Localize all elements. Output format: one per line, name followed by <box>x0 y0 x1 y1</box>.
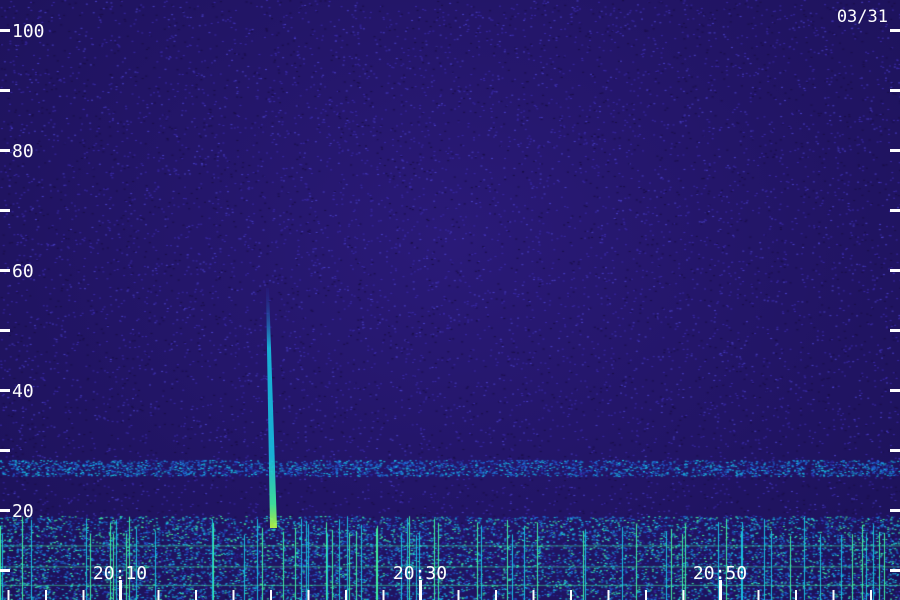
signal-features <box>266 288 277 528</box>
y-minor-tick-right <box>890 569 900 572</box>
spectrogram-overlay: 20 40 60 80 100 20:10 20:30 20:50 <box>0 21 900 600</box>
x-minor-tick <box>7 590 10 600</box>
y-tick-label: 100 <box>12 21 45 42</box>
x-minor-tick <box>495 590 497 600</box>
y-minor-tick-right <box>890 329 900 332</box>
y-tick-left <box>0 29 10 32</box>
y-tick-left <box>0 509 10 512</box>
x-minor-tick <box>532 590 535 600</box>
y-tick-left <box>0 389 10 392</box>
y-tick-label: 40 <box>12 381 34 402</box>
burst-signal <box>266 288 277 528</box>
y-minor-tick-left <box>0 569 10 572</box>
y-tick-right <box>890 149 900 152</box>
x-minor-tick <box>457 590 460 600</box>
x-minor-tick <box>307 590 310 600</box>
x-tick-label: 20:30 <box>393 563 447 584</box>
y-minor-tick-left <box>0 329 10 332</box>
x-minor-tick <box>682 590 685 600</box>
y-tick-left <box>0 149 10 152</box>
x-minor-tick <box>607 590 610 600</box>
date-label: 03/31 <box>836 7 888 27</box>
y-minor-tick-left <box>0 209 10 212</box>
y-tick-right <box>890 29 900 32</box>
y-tick-label: 20 <box>12 501 34 522</box>
y-minor-tick-right <box>890 449 900 452</box>
y-tick-left <box>0 269 10 272</box>
x-minor-tick <box>195 590 197 600</box>
x-minor-tick <box>795 590 797 600</box>
y-axis: 20 40 60 80 100 <box>0 21 900 572</box>
y-tick-right <box>890 509 900 512</box>
x-minor-tick <box>45 590 47 600</box>
y-tick-label: 60 <box>12 261 34 282</box>
y-minor-tick-left <box>0 449 10 452</box>
x-minor-tick <box>832 590 835 600</box>
y-minor-tick-right <box>890 209 900 212</box>
y-minor-tick-left <box>0 89 10 92</box>
x-minor-tick <box>270 590 272 600</box>
x-minor-tick <box>570 590 572 600</box>
x-axis: 20:10 20:30 20:50 <box>7 563 872 600</box>
x-minor-tick <box>82 590 85 600</box>
y-tick-right <box>890 389 900 392</box>
x-minor-tick <box>157 590 160 600</box>
x-minor-tick <box>645 590 647 600</box>
x-minor-tick <box>870 590 872 600</box>
y-tick-right <box>890 269 900 272</box>
x-minor-tick <box>345 590 347 600</box>
x-minor-tick <box>382 590 385 600</box>
spectrogram: 20 40 60 80 100 20:10 20:30 20:50 03/31 <box>0 0 900 600</box>
x-minor-tick <box>757 590 760 600</box>
x-tick-label: 20:50 <box>693 563 747 584</box>
y-tick-label: 80 <box>12 141 34 162</box>
y-minor-tick-right <box>890 89 900 92</box>
x-tick-label: 20:10 <box>93 563 147 584</box>
x-minor-tick <box>232 590 235 600</box>
